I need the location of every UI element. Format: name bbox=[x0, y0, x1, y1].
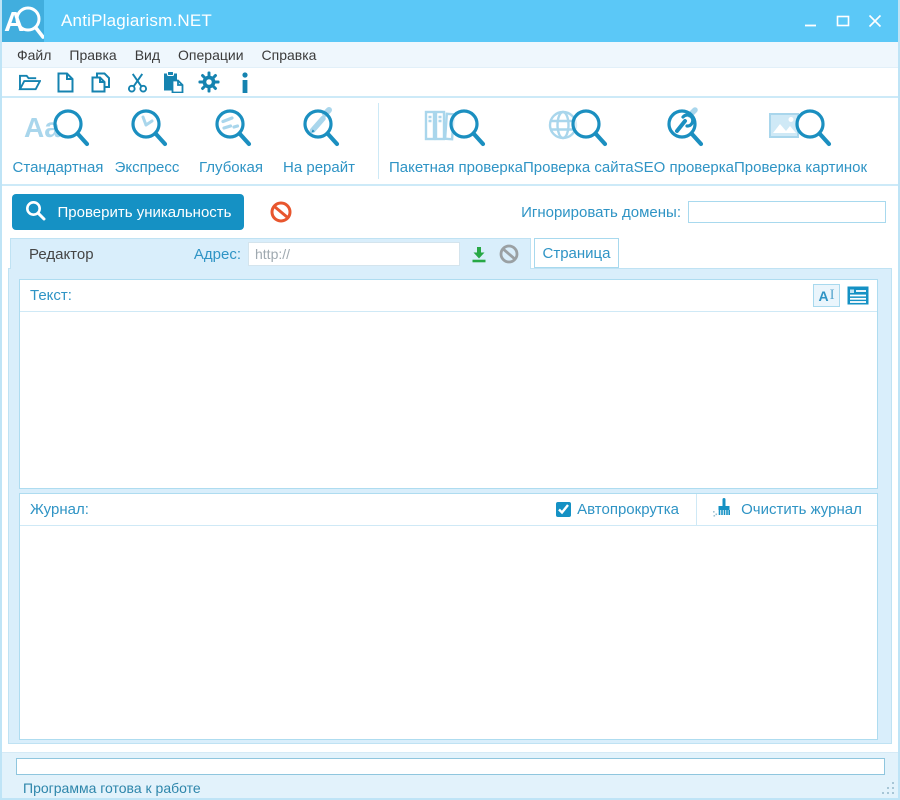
mode-standard-button[interactable]: Aa Стандартная bbox=[10, 98, 106, 176]
app-logo-icon: A bbox=[2, 0, 45, 42]
tab-page[interactable]: Страница bbox=[534, 238, 619, 268]
mode-label: На рерайт bbox=[283, 159, 355, 176]
resize-grip[interactable] bbox=[882, 782, 895, 795]
mode-toolbar: Aa Стандартная Экспресс Глубокая На рера… bbox=[2, 98, 898, 186]
journal-panel: Журнал: Автопрокрутка Очистить журнал bbox=[19, 493, 878, 740]
mode-label: Экспресс bbox=[114, 159, 180, 176]
download-icon[interactable] bbox=[468, 243, 490, 265]
progress-bar bbox=[16, 758, 885, 775]
search-icon bbox=[25, 200, 46, 225]
mode-rewrite-button[interactable]: На рерайт bbox=[274, 98, 364, 176]
mode-label: Глубокая bbox=[199, 159, 263, 176]
text-panel-header: Текст: AI bbox=[20, 280, 877, 312]
maximize-button[interactable] bbox=[830, 9, 856, 33]
info-icon[interactable] bbox=[233, 71, 257, 93]
window-title: AntiPlagiarism.NET bbox=[61, 11, 212, 30]
deep-check-icon bbox=[204, 105, 258, 158]
mode-label: Стандартная bbox=[12, 159, 104, 176]
titlebar: A AntiPlagiarism.NET bbox=[2, 0, 898, 42]
tab-page-label: Страница bbox=[542, 244, 611, 262]
journal-log-area[interactable] bbox=[20, 526, 877, 739]
autoscroll-label: Автопрокрутка bbox=[577, 501, 679, 518]
rewrite-check-icon bbox=[292, 105, 346, 158]
status-message: Программа готова к работе bbox=[23, 780, 201, 796]
batch-check-icon bbox=[423, 105, 489, 158]
mode-express-button[interactable]: Экспресс bbox=[106, 98, 188, 176]
open-file-icon[interactable] bbox=[17, 71, 41, 93]
tool-seo-check-button[interactable]: SEO проверка bbox=[634, 98, 734, 176]
copy-icon[interactable] bbox=[89, 71, 113, 93]
express-check-icon bbox=[120, 105, 174, 158]
tool-label: Проверка картинок bbox=[734, 159, 868, 176]
menu-view[interactable]: Вид bbox=[126, 44, 169, 66]
site-check-icon bbox=[545, 105, 611, 158]
cut-icon[interactable] bbox=[125, 71, 149, 93]
tool-label: SEO проверка bbox=[633, 159, 735, 176]
text-panel-buttons: AI bbox=[813, 284, 877, 307]
bottom-gap bbox=[2, 744, 898, 752]
journal-panel-header: Журнал: Автопрокрутка Очистить журнал bbox=[20, 493, 877, 526]
autoscroll-checkbox[interactable] bbox=[556, 502, 572, 517]
check-uniqueness-button[interactable]: Проверить уникальность bbox=[12, 194, 244, 230]
font-cursor-icon[interactable]: AI bbox=[813, 284, 840, 307]
paste-icon[interactable] bbox=[161, 71, 185, 93]
app-window: A AntiPlagiarism.NET Файл Правка Вид Опе… bbox=[0, 0, 900, 800]
text-editor-area[interactable] bbox=[20, 312, 877, 488]
tool-label: Проверка сайта bbox=[523, 159, 634, 176]
address-label: Адрес: bbox=[193, 245, 241, 263]
tab-editor[interactable]: Редактор Адрес: bbox=[10, 238, 531, 269]
check-uniqueness-label: Проверить уникальность bbox=[57, 203, 232, 221]
minimize-button[interactable] bbox=[798, 9, 824, 33]
clear-journal-button[interactable]: Очистить журнал bbox=[696, 493, 877, 526]
quick-toolbar bbox=[2, 68, 898, 98]
text-label: Текст: bbox=[30, 287, 72, 304]
text-panel: Текст: AI bbox=[19, 279, 878, 489]
editor-tab-content: Текст: AI Журнал: Автопрокрутка Очистить… bbox=[8, 268, 892, 744]
menu-operations[interactable]: Операции bbox=[169, 44, 253, 66]
tabstrip: Редактор Адрес: Страница bbox=[2, 238, 898, 269]
tool-image-check-button[interactable]: Проверка картинок bbox=[734, 98, 867, 176]
gear-icon[interactable] bbox=[197, 71, 221, 93]
tool-site-check-button[interactable]: Проверка сайта bbox=[523, 98, 634, 176]
stop-icon[interactable] bbox=[270, 201, 292, 223]
mode-deep-button[interactable]: Глубокая bbox=[188, 98, 274, 176]
standard-check-icon: Aa bbox=[20, 105, 96, 158]
tool-label: Пакетная проверка bbox=[389, 159, 524, 176]
clear-journal-label: Очистить журнал bbox=[741, 501, 862, 518]
address-input[interactable] bbox=[248, 242, 460, 266]
action-row: Проверить уникальность Игнорировать доме… bbox=[2, 186, 898, 238]
tool-batch-check-button[interactable]: Пакетная проверка bbox=[389, 98, 523, 176]
ignore-domains-input[interactable] bbox=[688, 201, 886, 223]
toolbar-separator bbox=[378, 103, 379, 179]
seo-check-icon bbox=[656, 105, 712, 158]
autoscroll-group: Автопрокрутка bbox=[556, 501, 696, 518]
statusbar: Программа готова к работе bbox=[2, 752, 898, 798]
cancel-icon[interactable] bbox=[498, 243, 520, 265]
window-controls bbox=[798, 9, 888, 33]
ignore-domains-label: Игнорировать домены: bbox=[521, 203, 681, 221]
menu-help[interactable]: Справка bbox=[253, 44, 326, 66]
close-button[interactable] bbox=[862, 9, 888, 33]
journal-label: Журнал: bbox=[30, 501, 89, 518]
image-check-icon bbox=[767, 105, 835, 158]
ignore-domains-group: Игнорировать домены: bbox=[521, 201, 886, 223]
broom-icon bbox=[712, 498, 733, 521]
new-file-icon[interactable] bbox=[53, 71, 77, 93]
menu-edit[interactable]: Правка bbox=[60, 44, 125, 66]
menubar: Файл Правка Вид Операции Справка bbox=[2, 42, 898, 68]
tab-editor-label: Редактор bbox=[29, 245, 94, 263]
log-view-icon[interactable] bbox=[845, 284, 870, 307]
menu-file[interactable]: Файл bbox=[8, 44, 60, 66]
